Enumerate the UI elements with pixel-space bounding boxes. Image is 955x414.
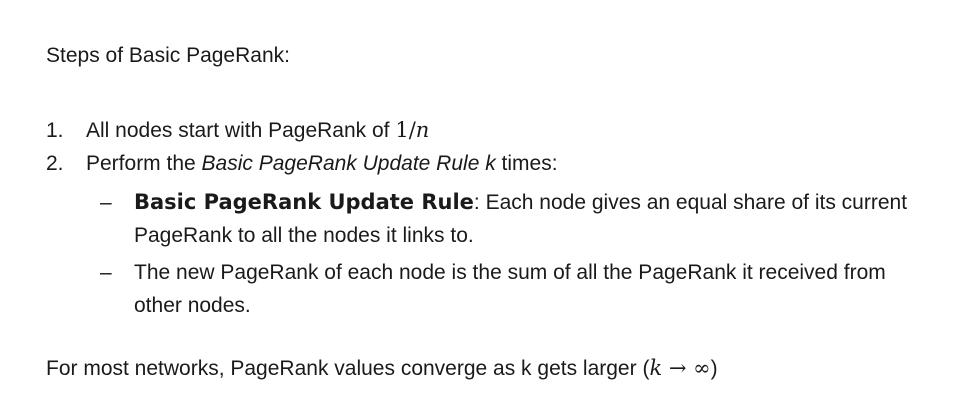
sub-item-2-dash: – [100,261,112,284]
sub-item-1-bold: Basic PageRank Update Rule [134,190,474,214]
step-1-number: 1. [46,119,64,142]
footer-math-k: k [649,356,663,380]
heading: Steps of Basic PageRank: [46,44,290,67]
step-2-text-italic: Basic PageRank Update Rule k [201,152,496,175]
sub-item-1-text-block: Basic PageRank Update Rule: Each node gi… [134,186,934,252]
step-1: 1. All nodes start with PageRank of 1/n [46,118,429,143]
step-2-text-after: times: [495,152,558,175]
step-1-math-slash: / [408,118,416,142]
footer: For most networks, PageRank values conve… [46,356,718,381]
step-2-text-before: Perform the [86,152,202,175]
footer-infinity: ∞ [693,356,711,380]
sub-item-2-text: The new PageRank of each node is the sum… [134,261,886,317]
footer-text: For most networks, PageRank values conve… [46,357,650,380]
sub-item-1-dash: – [100,191,112,214]
step-1-text: All nodes start with PageRank of [86,119,396,142]
step-1-math-den: n [415,118,430,142]
footer-close: ) [710,357,718,380]
step-2: 2. Perform the Basic PageRank Update Rule… [46,152,558,176]
footer-arrow: → [662,356,694,380]
step-1-math-num: 1 [395,118,409,142]
step-2-number: 2. [46,152,64,175]
